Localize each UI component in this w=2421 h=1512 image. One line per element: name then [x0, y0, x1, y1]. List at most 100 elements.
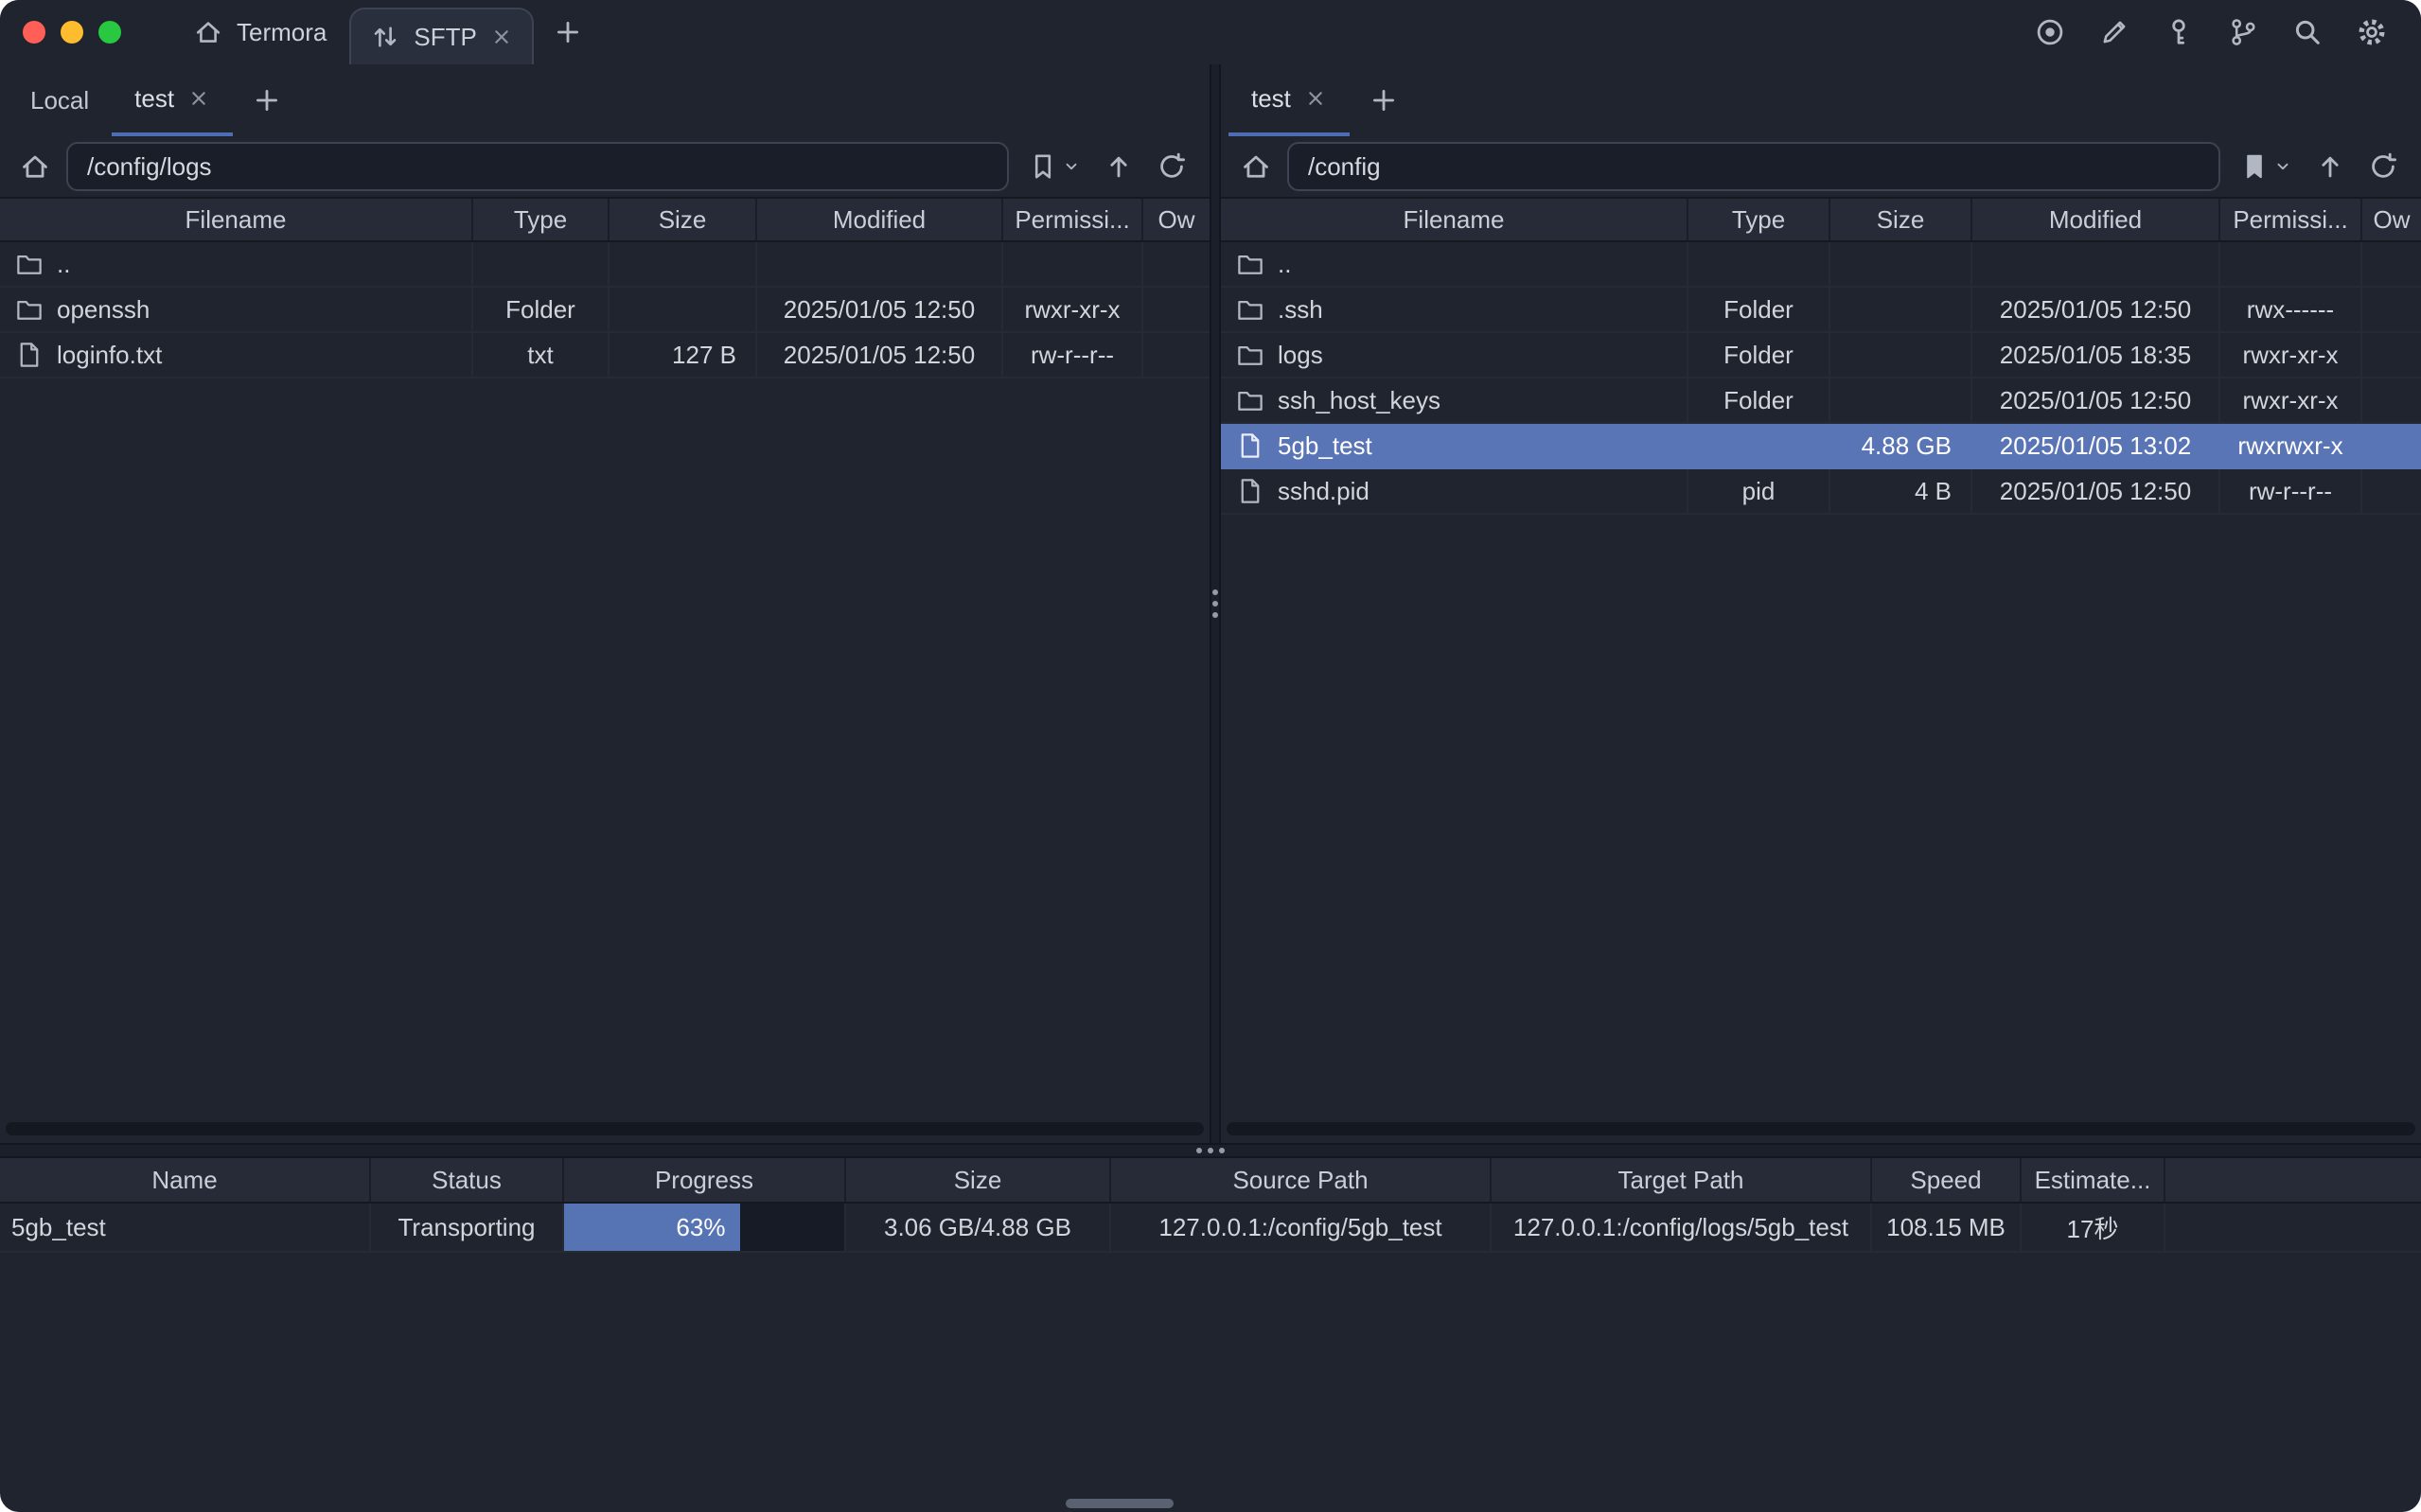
column-header-target-path[interactable]: Target Path [1492, 1158, 1872, 1202]
modified-cell [757, 242, 1003, 286]
tab-sftp[interactable]: SFTP [349, 8, 533, 64]
column-header-filename[interactable]: Filename [1221, 199, 1688, 240]
branch-button[interactable] [2220, 9, 2266, 55]
parent-directory-button[interactable] [1100, 144, 1138, 189]
bookmark-button[interactable] [1024, 144, 1085, 189]
file-row-selected[interactable]: 5gb_test 4.88 GB 2025/01/05 13:02 rwxrwx… [1221, 424, 2421, 469]
column-header-type[interactable]: Type [473, 199, 610, 240]
column-header-size[interactable]: Size [1830, 199, 1972, 240]
refresh-button[interactable] [2364, 144, 2402, 189]
new-tab-button[interactable] [534, 0, 602, 64]
keys-button[interactable] [2156, 9, 2201, 55]
panel-splitter[interactable] [1210, 64, 1221, 1143]
close-window-button[interactable] [23, 21, 45, 44]
settings-button[interactable] [2349, 9, 2394, 55]
column-header-owner[interactable]: Ow [1143, 199, 1210, 240]
transfer-panel: Name Status Progress Size Source Path Ta… [0, 1158, 2421, 1512]
key-icon [2163, 16, 2195, 48]
search-icon [2291, 16, 2324, 48]
home-icon [193, 17, 223, 47]
file-row[interactable]: .ssh Folder 2025/01/05 12:50 rwx------ [1221, 288, 2421, 333]
column-header-modified[interactable]: Modified [757, 199, 1003, 240]
type-cell: Folder [473, 288, 610, 331]
column-header-size[interactable]: Size [846, 1158, 1111, 1202]
owner-cell [1143, 242, 1210, 286]
filename-cell: ssh_host_keys [1221, 378, 1688, 422]
column-header-permissions[interactable]: Permissi... [1003, 199, 1143, 240]
right-pathbar [1221, 136, 2421, 197]
transfer-progress-cell: 63% [564, 1204, 846, 1251]
owner-cell [2362, 333, 2421, 377]
column-header-type[interactable]: Type [1688, 199, 1830, 240]
home-icon[interactable] [1240, 150, 1272, 183]
file-row[interactable]: .. [0, 242, 1210, 288]
edit-button[interactable] [2092, 9, 2137, 55]
modified-cell: 2025/01/05 12:50 [757, 333, 1003, 377]
permissions-cell: rwxrwxr-x [2220, 424, 2362, 467]
size-cell [610, 242, 757, 286]
arrow-up-icon [2315, 151, 2345, 182]
tab-test-right[interactable]: test [1228, 64, 1350, 136]
column-header-filler [2165, 1158, 2421, 1202]
new-session-tab-button[interactable] [233, 64, 301, 136]
path-input[interactable] [66, 142, 1009, 191]
type-cell [1688, 424, 1830, 467]
bottom-scrollbar-thumb[interactable] [1066, 1499, 1174, 1508]
size-cell [1830, 378, 1972, 422]
file-row[interactable]: openssh Folder 2025/01/05 12:50 rwxr-xr-… [0, 288, 1210, 333]
column-header-permissions[interactable]: Permissi... [2220, 199, 2362, 240]
column-header-estimate[interactable]: Estimate... [2022, 1158, 2165, 1202]
type-cell [1688, 242, 1830, 286]
file-row[interactable]: ssh_host_keys Folder 2025/01/05 12:50 rw… [1221, 378, 2421, 424]
column-header-modified[interactable]: Modified [1972, 199, 2220, 240]
new-session-tab-button[interactable] [1350, 64, 1418, 136]
file-row[interactable]: logs Folder 2025/01/05 18:35 rwxr-xr-x [1221, 333, 2421, 378]
home-icon[interactable] [19, 150, 51, 183]
record-icon [2034, 16, 2066, 48]
splitter-handle-icon [1196, 1148, 1225, 1153]
column-header-name[interactable]: Name [0, 1158, 371, 1202]
tab-termora[interactable]: Termora [170, 0, 349, 64]
horizontal-scrollbar[interactable] [6, 1122, 1204, 1135]
transfer-row[interactable]: 5gb_test Transporting 63% 3.06 GB/4.88 G… [0, 1204, 2421, 1253]
column-header-size[interactable]: Size [610, 199, 757, 240]
refresh-button[interactable] [1153, 144, 1191, 189]
transfer-icon [370, 22, 400, 52]
tab-test-label: test [1251, 84, 1291, 114]
path-input[interactable] [1287, 142, 2220, 191]
column-header-progress[interactable]: Progress [564, 1158, 846, 1202]
right-file-panel: test Filename Type [1221, 64, 2421, 1143]
transfer-name-cell: 5gb_test [0, 1204, 371, 1251]
transfer-estimate-cell: 17秒 [2022, 1204, 2165, 1251]
right-panel-tabs: test [1221, 64, 2421, 136]
search-button[interactable] [2285, 9, 2330, 55]
tab-local[interactable]: Local [8, 64, 112, 136]
column-header-speed[interactable]: Speed [1872, 1158, 2022, 1202]
close-tab-icon[interactable] [490, 26, 513, 48]
file-row[interactable]: sshd.pid pid 4 B 2025/01/05 12:50 rw-r--… [1221, 469, 2421, 515]
transfer-table-header: Name Status Progress Size Source Path Ta… [0, 1158, 2421, 1204]
horizontal-scrollbar[interactable] [1227, 1122, 2415, 1135]
zoom-window-button[interactable] [98, 21, 121, 44]
permissions-cell: rwxr-xr-x [1003, 288, 1143, 331]
filename-cell: sshd.pid [1221, 469, 1688, 513]
file-row[interactable]: .. [1221, 242, 2421, 288]
tab-test-left[interactable]: test [112, 64, 233, 136]
close-tab-icon[interactable] [1304, 87, 1327, 110]
column-header-filename[interactable]: Filename [0, 199, 473, 240]
permissions-cell: rw-r--r-- [2220, 469, 2362, 513]
minimize-window-button[interactable] [61, 21, 83, 44]
type-cell: pid [1688, 469, 1830, 513]
column-header-owner[interactable]: Ow [2362, 199, 2421, 240]
file-row[interactable]: loginfo.txt txt 127 B 2025/01/05 12:50 r… [0, 333, 1210, 378]
refresh-icon [2368, 151, 2398, 182]
record-button[interactable] [2027, 9, 2073, 55]
close-tab-icon[interactable] [187, 87, 210, 110]
right-file-table: Filename Type Size Modified Permissi... … [1221, 197, 2421, 1143]
parent-directory-button[interactable] [2311, 144, 2349, 189]
progress-bar-fill: 63% [564, 1204, 740, 1251]
bookmark-button[interactable] [2235, 144, 2296, 189]
column-header-source-path[interactable]: Source Path [1111, 1158, 1492, 1202]
transfer-splitter[interactable] [0, 1143, 2421, 1158]
column-header-status[interactable]: Status [371, 1158, 564, 1202]
